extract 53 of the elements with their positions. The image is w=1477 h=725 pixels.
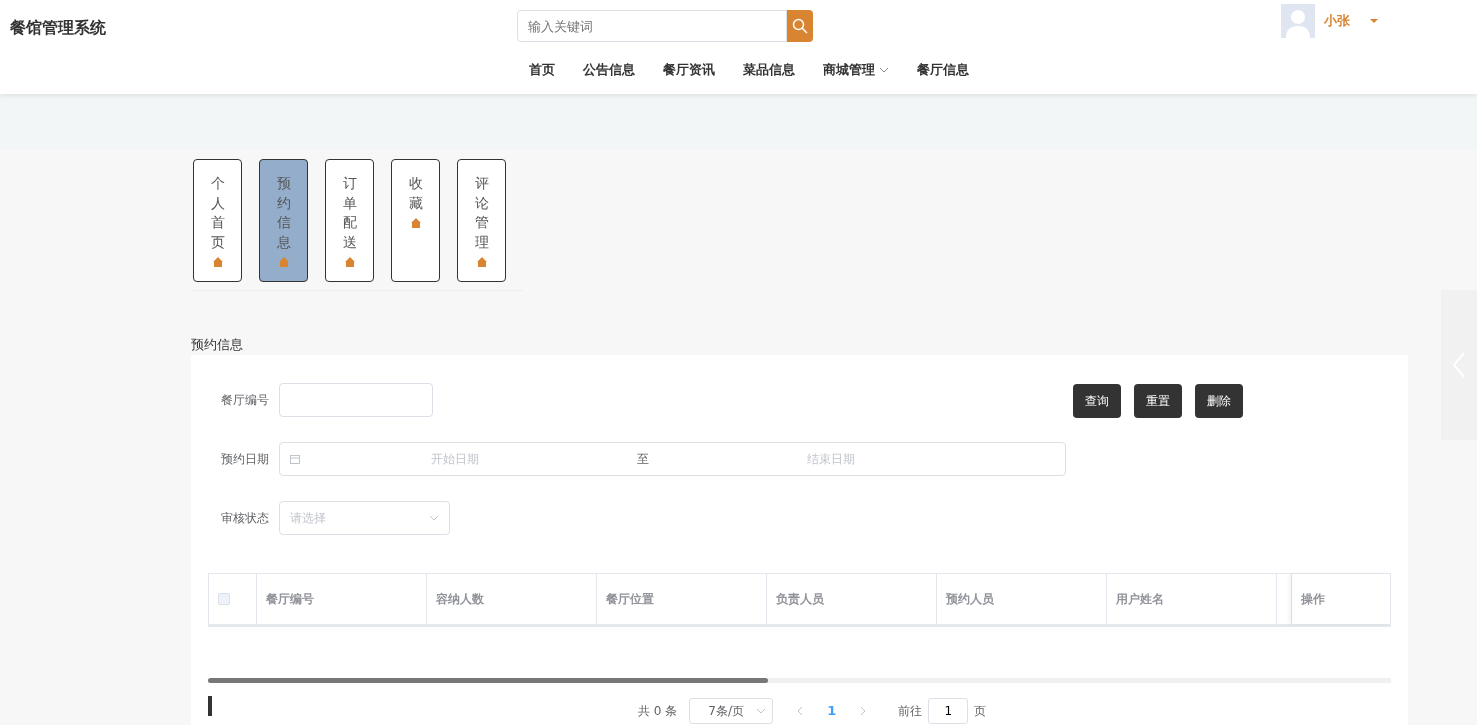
- checkbox[interactable]: [218, 592, 230, 605]
- search-field[interactable]: 输入关键词: [517, 10, 787, 42]
- nav-link[interactable]: 商城管理: [809, 60, 903, 80]
- site-title: 餐馆管理系统: [10, 17, 106, 39]
- calendar-icon: [290, 453, 300, 464]
- house-icon: [277, 256, 290, 269]
- scrollbar-thumb[interactable]: [208, 677, 768, 683]
- column-header: 餐厅位置: [597, 573, 767, 624]
- date-range-field[interactable]: 开始日期 至 结束日期: [279, 441, 1066, 476]
- house-icon: [409, 217, 422, 230]
- range-separator: 至: [637, 450, 649, 468]
- nav-link[interactable]: 首页: [515, 60, 569, 80]
- date-placeholder: 结束日期: [807, 450, 855, 468]
- caret-icon: [1370, 18, 1378, 24]
- avatar-icon: [1281, 4, 1315, 38]
- field-label: 预约日期: [220, 450, 270, 468]
- column-header: 餐厅编号: [257, 573, 427, 624]
- chevron-right-icon[interactable]: [860, 705, 867, 716]
- column-header: 用户姓名: [1107, 573, 1277, 624]
- column-header: 预约人员: [937, 573, 1107, 624]
- column-header: 容纳人数: [427, 573, 597, 624]
- house-icon: [475, 256, 488, 269]
- house-icon: [343, 256, 356, 269]
- column-header: 负责人员: [767, 573, 937, 624]
- house-icon: [211, 256, 224, 269]
- chevron-down-icon: [756, 707, 767, 714]
- search-button[interactable]: [787, 10, 813, 42]
- page-size-select[interactable]: 7条/页: [689, 697, 774, 724]
- text-cursor-mark: [208, 695, 212, 716]
- nav-link[interactable]: 公告信息: [569, 60, 649, 80]
- nav-link[interactable]: 餐厅资讯: [649, 60, 729, 80]
- date-placeholder: 开始日期: [431, 450, 479, 468]
- page-number-field[interactable]: 1: [928, 697, 969, 724]
- page-suffix: 页: [974, 702, 987, 720]
- action-button[interactable]: 查询: [1073, 383, 1121, 418]
- side-tab[interactable]: 个人首页: [193, 159, 242, 282]
- column-header: 操作: [1292, 573, 1390, 624]
- nav-link[interactable]: 餐厅信息: [903, 60, 983, 80]
- side-tab[interactable]: 评论管理: [457, 159, 506, 282]
- field-label: 审核状态: [220, 509, 270, 527]
- side-tab[interactable]: 收藏: [391, 159, 440, 282]
- action-button[interactable]: 删除: [1195, 383, 1243, 418]
- action-button[interactable]: 重置: [1134, 383, 1182, 418]
- side-tab[interactable]: 订单配送: [325, 159, 374, 282]
- chevron-left-icon[interactable]: [797, 705, 804, 716]
- text-field[interactable]: [279, 382, 433, 417]
- goto-label: 前往: [898, 702, 923, 720]
- nav-link[interactable]: 菜品信息: [729, 60, 809, 80]
- section-title: 预约信息: [191, 336, 244, 354]
- chevron-down-icon: [429, 514, 439, 521]
- total-count: 共 0 条: [638, 702, 678, 720]
- search-icon: [792, 18, 808, 34]
- field-label: 餐厅编号: [220, 391, 270, 409]
